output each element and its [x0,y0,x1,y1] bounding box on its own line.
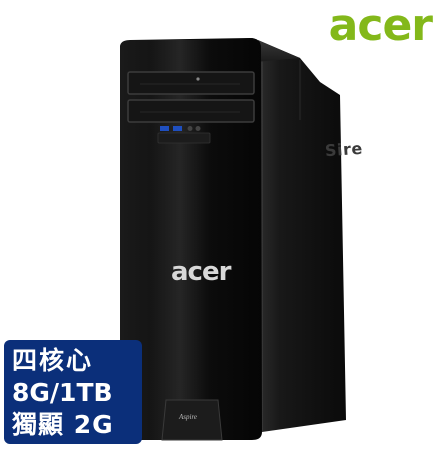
spec-memory-storage: 8G/1TB [12,378,113,407]
spec-graphics: 獨顯 2G [12,410,114,439]
spec-badge: 四核心 8G/1TB 獨顯 2G [4,340,142,444]
front-brand-logo: acer [171,257,231,287]
side-panel-print: Sire [324,138,364,161]
brand-logo: acer [328,0,433,51]
tower-side-panel [258,40,346,432]
spec-cpu: 四核心 [12,346,94,375]
model-badge: Aspire [179,413,198,421]
